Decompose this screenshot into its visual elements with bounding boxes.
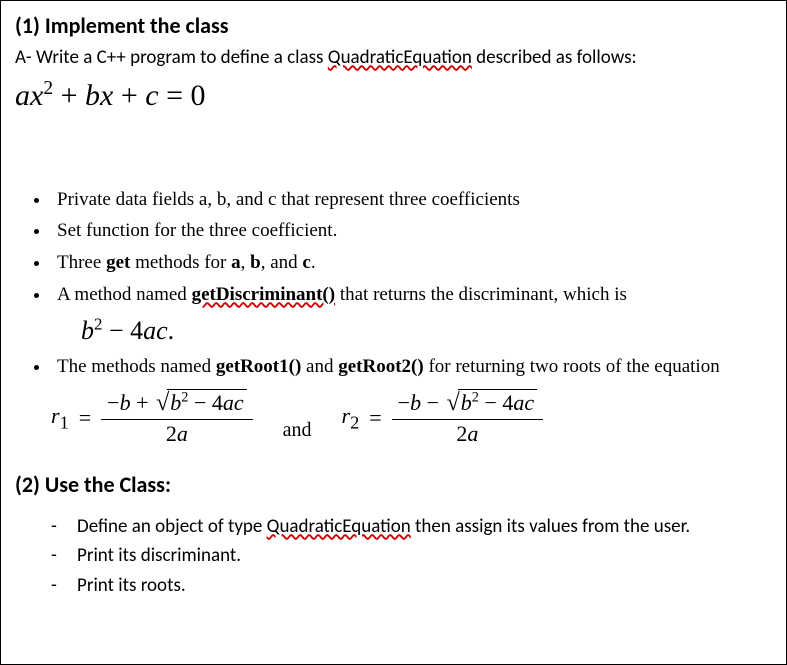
bullet-list: Private data fields a, b, and c that rep… (51, 187, 772, 380)
dash-3: Print its roots. (51, 573, 772, 599)
r2-neg: − (398, 390, 410, 415)
r1-plus: + (131, 390, 154, 415)
and-word: and (283, 417, 312, 446)
bullet-5: The methods named getRoot1() and getRoot… (51, 354, 772, 380)
r2-sqrt: b2 − 4ac (445, 390, 538, 417)
eq-b: b (85, 79, 100, 112)
r1-b: b (120, 390, 131, 415)
bullet-3: Three get methods for a, b, and c. (51, 250, 772, 276)
intro-pre: A- Write a C++ program to define a class (15, 46, 328, 69)
class-name-intro: QuadraticEquation (328, 46, 472, 69)
r2-minus: − (421, 390, 444, 415)
r2-denominator: 2a (392, 419, 543, 446)
eq-sup2: 2 (43, 78, 53, 99)
d1-class: QuadraticEquation (267, 515, 411, 538)
r1-neg: − (107, 390, 119, 415)
eq-equals: = (159, 79, 191, 112)
roots-formulas: r1 = −b + b2 − 4ac 2a and r2 = −b − b2 −… (51, 390, 772, 446)
bullet-4: A method named getDiscriminant() that re… (51, 282, 772, 349)
r1-rad-b: b (170, 390, 181, 415)
root2-formula: r2 = −b − b2 − 4ac 2a (342, 390, 544, 446)
b3-end: . (311, 252, 316, 273)
b3-c2: , and (261, 252, 303, 273)
b5-r2: getRoot2() (338, 356, 423, 377)
r1-den-a: a (177, 421, 188, 446)
section-1-intro: A- Write a C++ program to define a class… (15, 45, 772, 71)
r2-rad-minus: − 4 (479, 390, 513, 415)
r2-b: b (410, 390, 421, 415)
eq-plus2: + (113, 79, 145, 112)
eq-x: x (30, 79, 43, 112)
r1-rad-minus: − 4 (188, 390, 222, 415)
r2-rad-a: a (513, 390, 524, 415)
dash-list: Define an object of type QuadraticEquati… (51, 514, 772, 599)
eq-plus1: + (53, 79, 85, 112)
d1-pre: Define an object of type (77, 515, 267, 538)
r1-sub: 1 (60, 412, 69, 432)
r2-label: r2 (342, 401, 360, 435)
disc-dot: . (168, 316, 175, 345)
r1-rad-c: c (234, 390, 244, 415)
eq-x2: x (100, 79, 113, 112)
r1-numerator: −b + b2 − 4ac (101, 390, 252, 419)
b4-name: getDiscriminant() (192, 284, 336, 305)
r1-fraction: −b + b2 − 4ac 2a (101, 390, 252, 446)
b5-pre: The methods named (57, 356, 216, 377)
r1-denominator: 2a (101, 419, 252, 446)
b3-b: b (250, 252, 261, 273)
bullet-2: Set function for the three coefficient. (51, 218, 772, 244)
page-container: (1) Implement the class A- Write a C++ p… (0, 0, 787, 665)
disc-a: a (143, 316, 156, 345)
dash-1: Define an object of type QuadraticEquati… (51, 514, 772, 540)
b3-c: c (302, 252, 310, 273)
intro-post: described as follows: (472, 46, 637, 69)
r1-sqrt: b2 − 4ac (154, 390, 247, 417)
b5-r1: getRoot1() (216, 356, 301, 377)
b3-a: a (231, 252, 241, 273)
r1-den-2: 2 (166, 421, 177, 446)
disc-minus: − (102, 316, 130, 345)
r2-sub: 2 (350, 412, 359, 432)
b3-mid: methods for (130, 252, 231, 273)
r2-fraction: −b − b2 − 4ac 2a (392, 390, 543, 446)
disc-c: c (156, 316, 168, 345)
b4-post: that returns the discriminant, which is (335, 284, 627, 305)
b4-pre: A method named (57, 284, 192, 305)
r2-numerator: −b − b2 − 4ac (392, 390, 543, 419)
eq-a: a (15, 79, 30, 112)
b3-get: get (106, 252, 130, 273)
r2-den-2: 2 (456, 421, 467, 446)
r1-rad-a: a (223, 390, 234, 415)
r2-rad-sup: 2 (472, 390, 479, 406)
b3-pre: Three (57, 252, 106, 273)
disc-b: b (81, 316, 94, 345)
section-1-heading: (1) Implement the class (15, 11, 772, 41)
b3-c1: , (241, 252, 251, 273)
eq-c: c (145, 79, 158, 112)
r2-den-a: a (467, 421, 478, 446)
r2-rad-c: c (524, 390, 534, 415)
dash-2: Print its discriminant. (51, 543, 772, 569)
b5-and: and (301, 356, 338, 377)
r1-label: r1 (51, 401, 69, 435)
r2-eq: = (369, 403, 381, 433)
r1-eq: = (79, 403, 91, 433)
d1-post: then assign its values from the user. (411, 515, 690, 538)
bullet-1: Private data fields a, b, and c that rep… (51, 187, 772, 213)
b5-post: for returning two roots of the equation (424, 356, 720, 377)
disc-4: 4 (130, 316, 143, 345)
quadratic-equation: ax2 + bx + c = 0 (15, 76, 772, 117)
r2-rad-b: b (461, 390, 472, 415)
eq-zero: 0 (191, 79, 206, 112)
discriminant-eq: b2 − 4ac. (81, 313, 772, 348)
root1-formula: r1 = −b + b2 − 4ac 2a (51, 390, 253, 446)
section-2-heading: (2) Use the Class: (15, 470, 772, 500)
